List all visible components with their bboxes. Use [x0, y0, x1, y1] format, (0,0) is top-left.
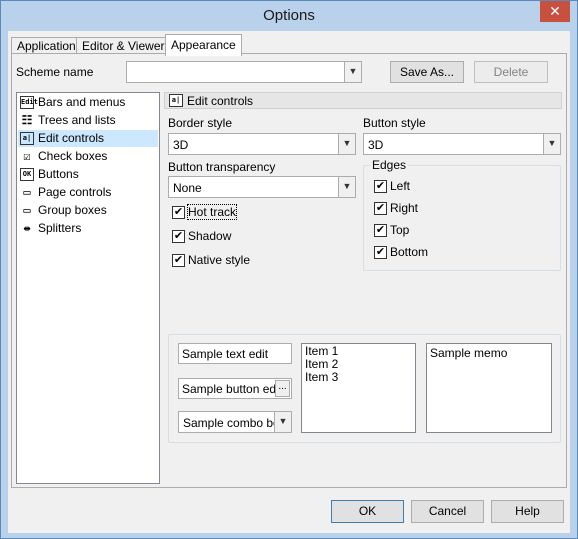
checkmark-icon: ✔: [374, 224, 387, 237]
shadow-label: Shadow: [188, 229, 232, 243]
close-icon[interactable]: ✕: [549, 3, 561, 19]
chevron-down-icon[interactable]: ▼: [338, 177, 355, 197]
edges-title: Edges: [370, 158, 409, 172]
chevron-down-icon[interactable]: ▼: [338, 134, 355, 154]
bars-menus-icon: Edit: [20, 96, 38, 109]
sample-text-edit[interactable]: Sample text edit: [178, 343, 292, 364]
tree-item-label: Buttons: [38, 167, 79, 181]
chevron-down-icon[interactable]: ▼: [274, 412, 291, 432]
hot-track-checkbox[interactable]: ✔ Hot track: [172, 204, 238, 221]
edit-controls-icon: a|: [20, 132, 34, 145]
sample-list-box[interactable]: Item 1 Item 2 Item 3: [301, 343, 416, 433]
edge-right-checkbox[interactable]: ✔ Right: [374, 201, 418, 217]
delete-button[interactable]: Delete: [474, 61, 548, 83]
border-style-combo[interactable]: 3D ▼: [168, 133, 356, 155]
tree-item-splitters[interactable]: ⇹ Splitters: [18, 220, 158, 237]
scheme-name-combo[interactable]: ▼: [126, 61, 362, 83]
tree-item-label: Check boxes: [38, 149, 108, 163]
tree-item-buttons[interactable]: OK Buttons: [18, 166, 158, 183]
section-header: a| Edit controls: [164, 92, 562, 109]
native-style-checkbox[interactable]: ✔ Native style: [172, 253, 250, 269]
native-style-label: Native style: [188, 253, 251, 267]
scheme-name-label: Scheme name: [16, 65, 94, 79]
button-style-value: 3D: [368, 138, 384, 152]
tree-item-trees-lists[interactable]: ☷ Trees and lists: [18, 112, 158, 129]
tree-item-label: Bars and menus: [38, 95, 126, 109]
buttons-icon: OK: [20, 168, 34, 181]
button-transparency-label: Button transparency: [168, 160, 276, 174]
list-item[interactable]: Item 3: [305, 371, 412, 384]
button-style-combo[interactable]: 3D ▼: [363, 133, 561, 155]
section-title: Edit controls: [187, 94, 254, 108]
window-title: Options: [263, 7, 315, 24]
shadow-checkbox[interactable]: ✔ Shadow: [172, 229, 231, 245]
tree-item-label: Group boxes: [38, 203, 107, 217]
checkmark-icon: ✔: [172, 254, 185, 267]
title-bar[interactable]: Options ✕: [1, 1, 577, 31]
close-button[interactable]: ✕: [540, 1, 570, 22]
button-transparency-combo[interactable]: None ▼: [168, 176, 356, 198]
sample-memo[interactable]: Sample memo: [426, 343, 552, 433]
category-tree[interactable]: EditBars and menus ☷ Trees and lists a| Ed…: [16, 92, 160, 484]
tree-item-label: Trees and lists: [38, 113, 116, 127]
tree-item-label: Splitters: [38, 221, 82, 235]
edge-bottom-checkbox[interactable]: ✔ Bottom: [374, 245, 428, 261]
tree-item-check-boxes[interactable]: ☑ Check boxes: [18, 148, 158, 165]
edge-right-label: Right: [390, 201, 419, 215]
sample-area: Sample text edit Sample button edit ... …: [168, 334, 561, 443]
border-style-label: Border style: [168, 116, 233, 130]
sample-button-edit[interactable]: Sample button edit ...: [178, 378, 292, 399]
ellipsis-icon[interactable]: ...: [275, 380, 290, 397]
chevron-down-icon[interactable]: ▼: [543, 134, 560, 154]
checkmark-icon: ✔: [172, 230, 185, 243]
button-transparency-value: None: [173, 181, 202, 195]
edge-left-label: Left: [390, 179, 411, 193]
options-window: Options ✕ Application Editor & Viewers A…: [0, 0, 578, 539]
border-style-value: 3D: [173, 138, 189, 152]
sample-combo-box[interactable]: Sample combo box ▼: [178, 411, 292, 433]
sample-button-edit-text: Sample button edit: [182, 382, 283, 396]
dialog-client: Application Editor & Viewers Appearance …: [8, 31, 570, 533]
trees-lists-icon: ☷: [21, 113, 33, 127]
help-button[interactable]: Help: [491, 500, 564, 523]
splitters-icon: ⇹: [23, 221, 31, 235]
edges-groupbox: Edges ✔ Left ✔ Right ✔ Top ✔ Bottom: [363, 158, 561, 271]
edit-controls-settings: a| Edit controls Border style 3D ▼ Butto…: [164, 92, 562, 484]
tree-item-edit-controls[interactable]: a| Edit controls: [18, 130, 158, 147]
hot-track-label: Hot track: [186, 204, 238, 220]
check-boxes-icon: ☑: [23, 149, 31, 163]
page-controls-icon: ▭: [23, 185, 31, 199]
cancel-button[interactable]: Cancel: [411, 500, 484, 523]
edge-top-label: Top: [390, 223, 410, 237]
group-boxes-icon: ▭: [23, 203, 31, 217]
checkmark-icon: ✔: [172, 206, 185, 219]
button-style-label: Button style: [363, 116, 426, 130]
checkmark-icon: ✔: [374, 202, 387, 215]
ok-button[interactable]: OK: [331, 500, 404, 523]
sample-combo-value: Sample combo box: [183, 416, 286, 430]
tree-item-label: Page controls: [38, 185, 112, 199]
tree-item-bars-menus[interactable]: EditBars and menus: [18, 94, 158, 111]
edge-bottom-label: Bottom: [390, 245, 429, 259]
tab-appearance[interactable]: Appearance: [165, 34, 242, 56]
chevron-down-icon[interactable]: ▼: [344, 62, 361, 82]
edge-top-checkbox[interactable]: ✔ Top: [374, 223, 409, 239]
edge-left-checkbox[interactable]: ✔ Left: [374, 179, 410, 195]
appearance-panel: Scheme name ▼ Save As... Delete EditBars…: [11, 53, 567, 488]
checkmark-icon: ✔: [374, 246, 387, 259]
edit-controls-icon: a|: [169, 94, 183, 107]
tree-item-page-controls[interactable]: ▭ Page controls: [18, 184, 158, 201]
save-as-button[interactable]: Save As...: [390, 61, 464, 83]
tree-item-group-boxes[interactable]: ▭ Group boxes: [18, 202, 158, 219]
tree-item-label: Edit controls: [38, 131, 105, 145]
checkmark-icon: ✔: [374, 180, 387, 193]
